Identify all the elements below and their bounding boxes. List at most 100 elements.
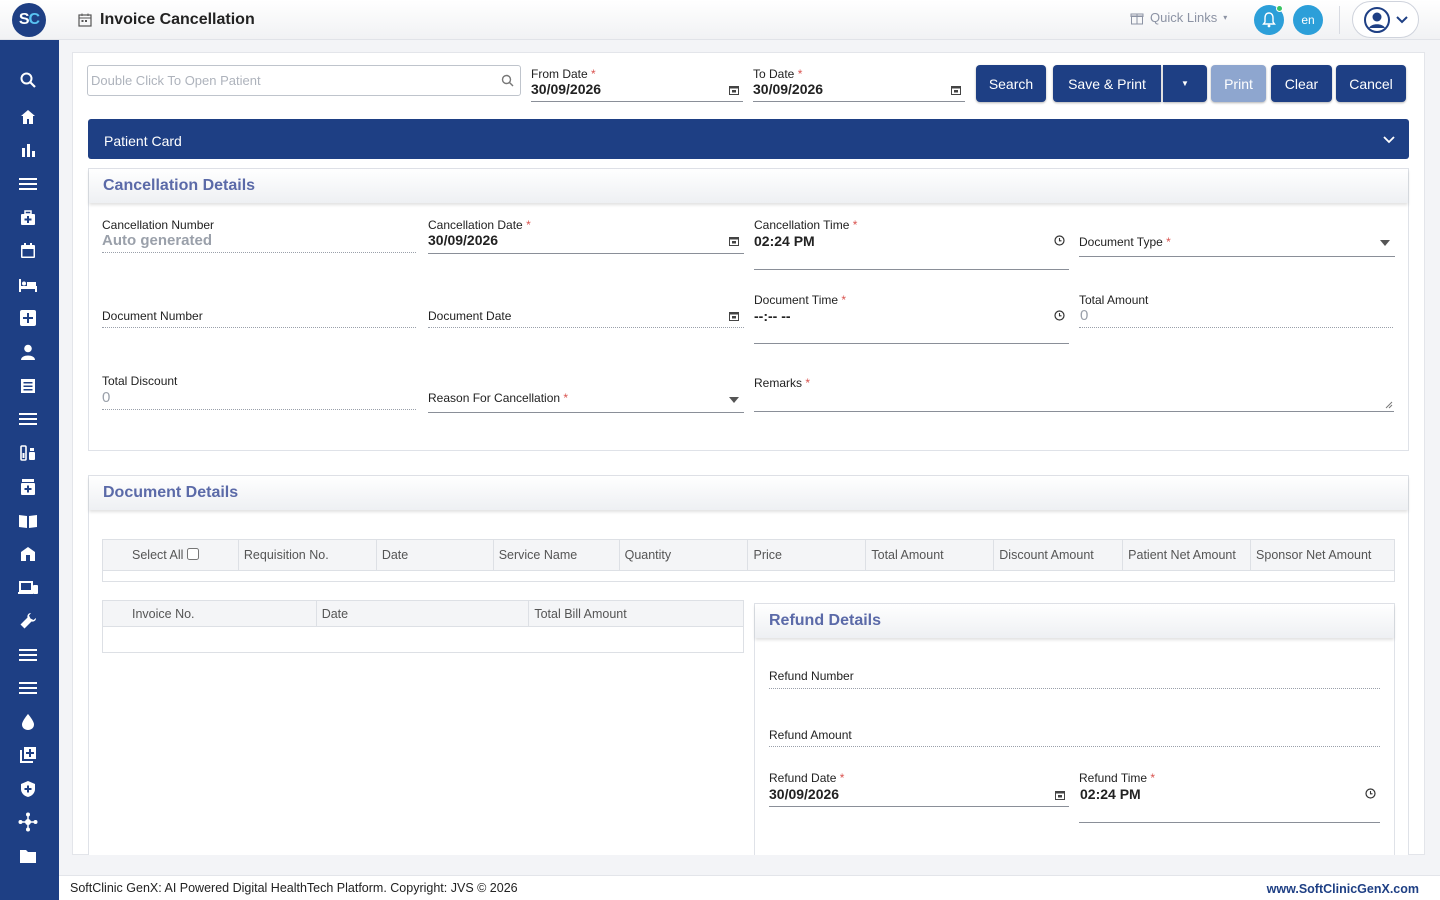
footer: SoftClinic GenX: AI Powered Digital Heal… [59, 875, 1440, 900]
footer-website-link[interactable]: www.SoftClinicGenX.com [1267, 882, 1419, 896]
menu-icon[interactable] [18, 678, 38, 698]
column-header[interactable]: Requisition No. [237, 539, 377, 571]
table-header-row: Select All Requisition No. Date Service … [102, 539, 1395, 571]
document-date-label[interactable]: Document Date [428, 309, 511, 323]
home-icon[interactable] [18, 107, 38, 127]
calendar-icon[interactable] [729, 85, 739, 95]
shield-icon[interactable] [18, 779, 38, 799]
patient-card-header[interactable]: Patient Card [88, 119, 1409, 159]
pharmacy-icon[interactable] [18, 477, 38, 497]
cancellation-time-value[interactable]: 02:24 PM [754, 233, 815, 249]
user-icon[interactable] [18, 342, 38, 362]
document-number-label[interactable]: Document Number [102, 309, 203, 323]
calendar-icon[interactable] [18, 241, 38, 261]
menu-icon[interactable] [18, 174, 38, 194]
reason-underline [428, 412, 744, 413]
app-logo[interactable]: SC [12, 3, 46, 37]
column-header[interactable]: Total Amount [865, 539, 995, 571]
caret-down-icon: ▼ [1181, 79, 1189, 88]
receipt-icon[interactable] [18, 376, 38, 396]
save-print-button[interactable]: Save & Print [1053, 65, 1161, 102]
calendar-icon[interactable] [1055, 790, 1065, 800]
caret-down-icon[interactable] [1380, 240, 1390, 246]
caret-down-icon[interactable] [729, 397, 739, 403]
to-date-value[interactable]: 30/09/2026 [753, 81, 823, 97]
total-amount-label: Total Amount [1079, 293, 1149, 307]
to-date-label: To Date * [753, 67, 803, 81]
to-date-underline [753, 101, 965, 102]
book-icon[interactable] [18, 511, 38, 531]
bar-chart-icon[interactable] [18, 140, 38, 160]
medical-bag-icon[interactable] [18, 208, 38, 228]
refund-amount-underline [769, 746, 1380, 747]
resize-handle-icon[interactable] [1385, 401, 1393, 409]
footer-copyright: SoftClinic GenX: AI Powered Digital Heal… [70, 881, 518, 895]
chevron-down-icon [1383, 136, 1395, 144]
patient-search-input[interactable]: Double Click To Open Patient [87, 65, 521, 96]
refund-date-underline [769, 806, 1069, 807]
notification-dot [1276, 5, 1283, 12]
column-header[interactable]: Price [747, 539, 867, 571]
select-all-checkbox[interactable] [186, 548, 199, 560]
refund-date-value[interactable]: 30/09/2026 [769, 786, 839, 802]
print-button[interactable]: Print [1211, 65, 1266, 102]
column-header[interactable]: Date [375, 539, 494, 571]
building-icon[interactable] [18, 544, 38, 564]
column-header[interactable]: Sponsor Net Amount [1250, 539, 1395, 571]
column-header[interactable]: Date [315, 600, 530, 627]
language-button[interactable]: en [1293, 5, 1323, 35]
clock-icon[interactable] [1054, 235, 1065, 246]
cancel-button[interactable]: Cancel [1336, 65, 1406, 102]
from-date-value[interactable]: 30/09/2026 [531, 81, 601, 97]
save-print-dropdown-button[interactable]: ▼ [1163, 65, 1207, 102]
reason-for-cancellation-label[interactable]: Reason For Cancellation * [428, 391, 568, 405]
column-header[interactable]: Quantity [618, 539, 749, 571]
calendar-icon[interactable] [951, 85, 961, 95]
calendar-icon[interactable] [729, 236, 739, 246]
refund-time-value[interactable]: 02:24 PM [1080, 786, 1141, 802]
patient-search-placeholder: Double Click To Open Patient [91, 73, 261, 88]
quick-links-label: Quick Links [1150, 10, 1218, 25]
add-box-icon[interactable] [18, 745, 38, 765]
clock-icon[interactable] [1365, 788, 1376, 799]
calendar-icon[interactable] [729, 311, 739, 321]
search-button[interactable]: Search [976, 65, 1046, 102]
profile-menu[interactable] [1352, 1, 1419, 38]
cancellation-number-underline [102, 252, 416, 253]
chevron-down-icon [1395, 15, 1408, 23]
document-type-label[interactable]: Document Type * [1079, 235, 1171, 249]
folder-icon[interactable] [18, 846, 38, 866]
document-time-label: Document Time * [754, 293, 847, 307]
menu-icon[interactable] [18, 409, 38, 429]
quick-links-menu[interactable]: Quick Links ▾ [1130, 10, 1227, 25]
from-date-underline [531, 101, 743, 102]
remarks-label[interactable]: Remarks * [754, 376, 810, 390]
column-header[interactable]: Discount Amount [993, 539, 1124, 571]
caret-down-icon: ▾ [1223, 13, 1228, 22]
column-header[interactable]: Service Name [492, 539, 620, 571]
column-header[interactable]: Total Bill Amount [528, 600, 744, 627]
document-details-header: Document Details [89, 476, 1408, 510]
hospital-plus-icon[interactable] [18, 308, 38, 328]
cancellation-date-value[interactable]: 30/09/2026 [428, 232, 498, 248]
network-icon[interactable] [18, 812, 38, 832]
clear-button[interactable]: Clear [1271, 65, 1332, 102]
wrench-icon[interactable] [18, 611, 38, 631]
clock-icon[interactable] [1054, 310, 1065, 321]
table-empty-row [102, 570, 1395, 582]
devices-icon[interactable] [18, 578, 38, 598]
column-header[interactable]: Patient Net Amount [1122, 539, 1252, 571]
total-discount-underline [102, 409, 416, 410]
lab-icon[interactable] [18, 443, 38, 463]
search-icon[interactable] [501, 74, 514, 87]
menu-icon[interactable] [18, 645, 38, 665]
document-type-underline [1079, 256, 1395, 257]
document-time-value[interactable]: --:-- -- [754, 308, 791, 324]
cancellation-details-title: Cancellation Details [103, 177, 256, 194]
refund-details-title: Refund Details [769, 612, 882, 629]
search-icon[interactable] [18, 70, 38, 90]
top-bar: SC Invoice Cancellation Quick Links ▾ en [0, 0, 1440, 40]
bed-icon[interactable] [18, 275, 38, 295]
blood-drop-icon[interactable] [18, 712, 38, 732]
column-header[interactable]: Invoice No. [102, 600, 317, 627]
